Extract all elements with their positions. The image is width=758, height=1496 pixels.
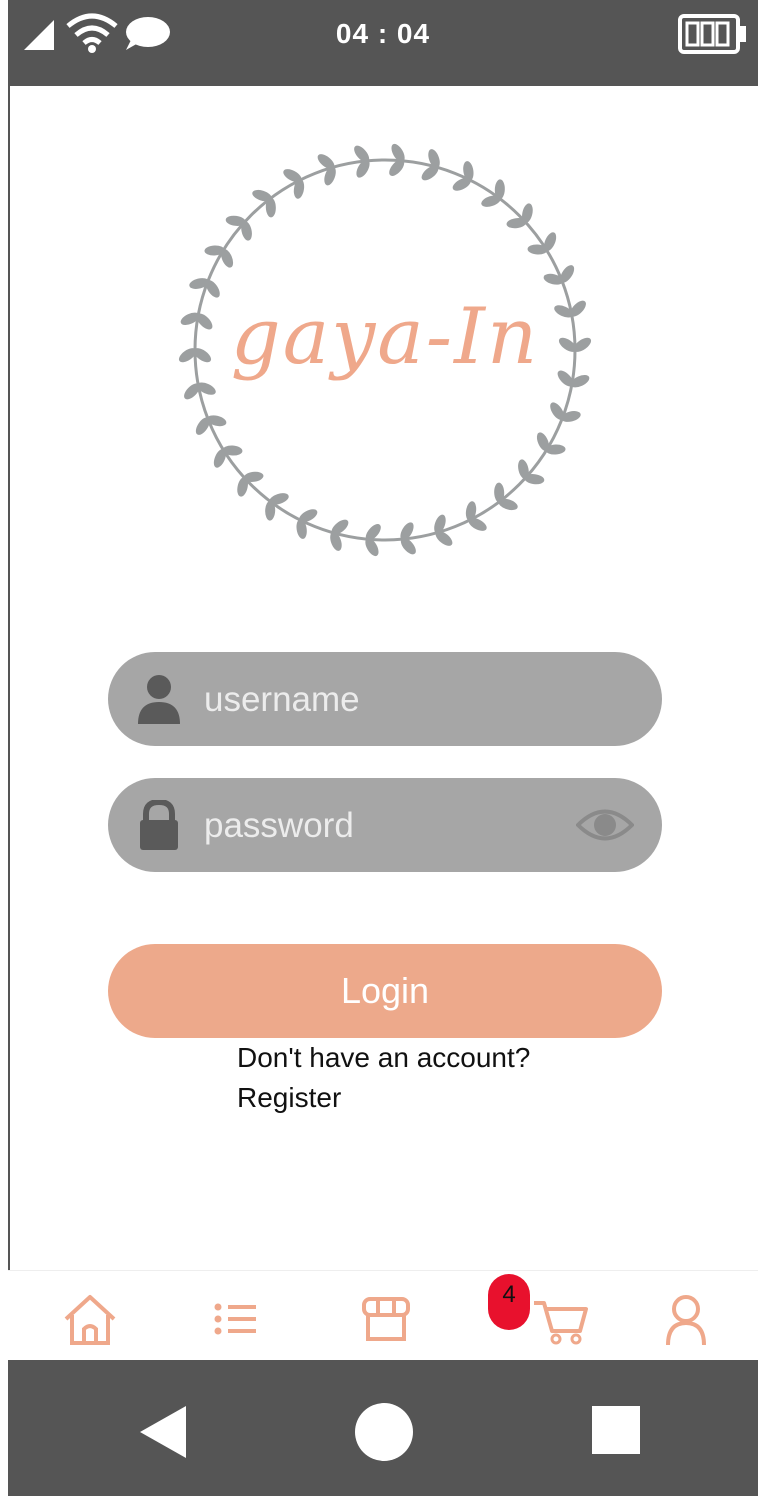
- logo-text: gaya-In: [230, 292, 540, 382]
- password-field[interactable]: [108, 778, 662, 874]
- account-prompt: Don't have an account?: [237, 1042, 531, 1073]
- back-icon[interactable]: [138, 1404, 192, 1460]
- register-link[interactable]: Register: [237, 1082, 341, 1114]
- recents-icon[interactable]: [592, 1406, 640, 1454]
- profile-icon[interactable]: [656, 1289, 716, 1349]
- store-icon[interactable]: [356, 1289, 416, 1349]
- lock-icon: [140, 800, 178, 850]
- bottom-tab-bar: [8, 1270, 758, 1361]
- login-button[interactable]: Login: [108, 944, 662, 1038]
- status-time: 04 : 04: [335, 18, 431, 49]
- logo: gaya-In: [175, 140, 595, 560]
- user-icon: [138, 675, 180, 724]
- list-icon[interactable]: [206, 1289, 266, 1349]
- eye-icon[interactable]: [576, 806, 634, 844]
- home-circle-icon[interactable]: [354, 1402, 414, 1462]
- home-icon[interactable]: [60, 1289, 120, 1349]
- status-bar: 04 : 04: [8, 0, 758, 86]
- system-nav-bar: [8, 1360, 758, 1496]
- username-input[interactable]: [202, 652, 566, 748]
- cart-badge: 4: [488, 1274, 530, 1330]
- cart-icon[interactable]: [530, 1289, 590, 1349]
- battery-icon: [678, 14, 746, 54]
- username-field[interactable]: [108, 652, 662, 748]
- password-input[interactable]: [202, 778, 566, 874]
